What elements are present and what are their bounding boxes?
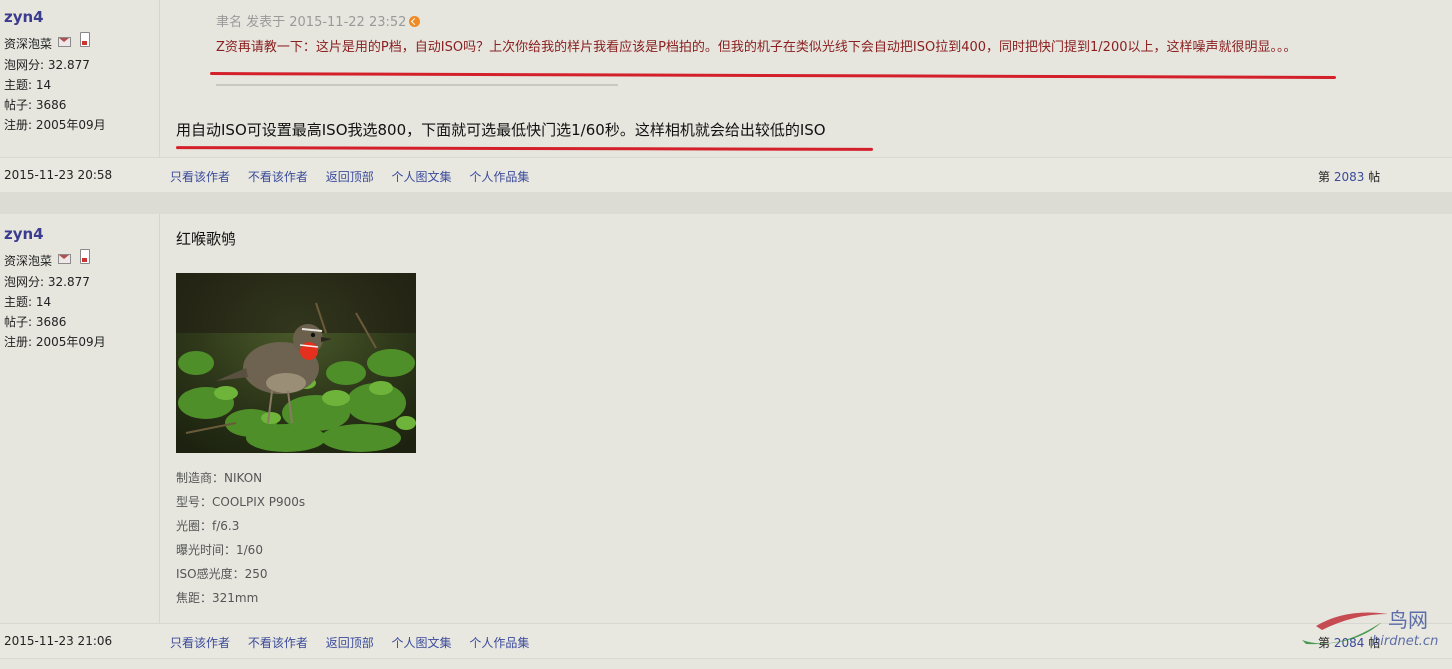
mobile-icon	[80, 249, 90, 264]
back-to-top-link[interactable]: 返回顶部	[326, 636, 374, 650]
only-author-link[interactable]: 只看该作者	[170, 636, 230, 650]
hide-author-link[interactable]: 不看该作者	[248, 636, 308, 650]
author-joined: 注册: 2005年09月	[4, 335, 106, 349]
hide-author-link[interactable]: 不看该作者	[248, 170, 308, 184]
exif-model: 型号：COOLPIX P900s	[176, 495, 306, 509]
exif-focal: 焦距：321mm	[176, 591, 259, 605]
floor-number: 第 2083 帖	[1318, 168, 1380, 185]
post-date: 2015-11-23 20:58	[4, 168, 113, 182]
floor-link[interactable]: 2083	[1334, 170, 1365, 184]
personal-gallery-link[interactable]: 个人图文集	[392, 636, 452, 650]
back-to-top-link[interactable]: 返回顶部	[326, 170, 374, 184]
quote-separator	[216, 84, 618, 86]
watermark-title: 鸟网	[1388, 608, 1428, 632]
author-level: 资深泡菜	[4, 254, 53, 268]
author-score: 泡网分: 32.877	[4, 58, 90, 72]
exif-aperture: 光圈：f/6.3	[176, 519, 240, 533]
floor-suffix: 帖	[1368, 170, 1381, 184]
exif-maker: 制造商：NIKON	[176, 471, 263, 485]
exif-shutter: 曝光时间：1/60	[176, 543, 263, 557]
author-level: 资深泡菜	[4, 37, 53, 51]
quote-text: Z资再请教一下：这片是用的P档，自动ISO吗？上次你给我的样片我看应该是P档拍的…	[216, 40, 1297, 55]
watermark-domain: birdnet.cn	[1372, 634, 1439, 649]
author-topics: 主题: 14	[4, 295, 52, 309]
robin-photo-graphic	[176, 273, 416, 453]
jump-to-quote-icon[interactable]	[409, 16, 421, 27]
post-body: 用自动ISO可设置最高ISO我选800，下面就可选最低快门选1/60秒。这样相机…	[176, 121, 826, 139]
post-gap	[0, 192, 1452, 214]
post-title: 红喉歌鸲	[176, 230, 237, 248]
bird-photo[interactable]	[176, 273, 416, 453]
personal-works-link[interactable]: 个人作品集	[469, 636, 529, 650]
personal-works-link[interactable]: 个人作品集	[469, 170, 529, 184]
quote-header: 聿名 发表于 2015-11-22 23:52	[216, 11, 421, 30]
floor-prefix: 第	[1318, 170, 1331, 184]
exif-iso: ISO感光度：250	[176, 567, 268, 581]
author-topics: 主题: 14	[4, 78, 52, 92]
author-posts: 帖子: 3686	[4, 98, 67, 112]
post-actions: 只看该作者 不看该作者 返回顶部 个人图文集 个人作品集	[170, 634, 543, 651]
post-footer: 2015-11-23 21:06 只看该作者 不看该作者 返回顶部 个人图文集 …	[0, 623, 1452, 659]
message-icon[interactable]	[58, 37, 71, 47]
message-icon[interactable]	[58, 254, 71, 264]
quote-header-text: 聿名 发表于 2015-11-22 23:52	[216, 15, 407, 30]
author-score: 泡网分: 32.877	[4, 275, 90, 289]
mobile-icon	[80, 32, 90, 47]
personal-gallery-link[interactable]: 个人图文集	[392, 170, 452, 184]
post-2083: zyn4 资深泡菜 泡网分: 32.877 主题: 14 帖子: 3686 注册…	[0, 0, 1452, 158]
author-name[interactable]: zyn4	[4, 8, 44, 26]
post-date: 2015-11-23 21:06	[4, 634, 113, 648]
post-footer: 2015-11-23 20:58 只看该作者 不看该作者 返回顶部 个人图文集 …	[0, 157, 1452, 193]
only-author-link[interactable]: 只看该作者	[170, 170, 230, 184]
post-actions: 只看该作者 不看该作者 返回顶部 个人图文集 个人作品集	[170, 168, 543, 185]
author-posts: 帖子: 3686	[4, 315, 67, 329]
author-name[interactable]: zyn4	[4, 225, 44, 243]
author-joined: 注册: 2005年09月	[4, 118, 106, 132]
